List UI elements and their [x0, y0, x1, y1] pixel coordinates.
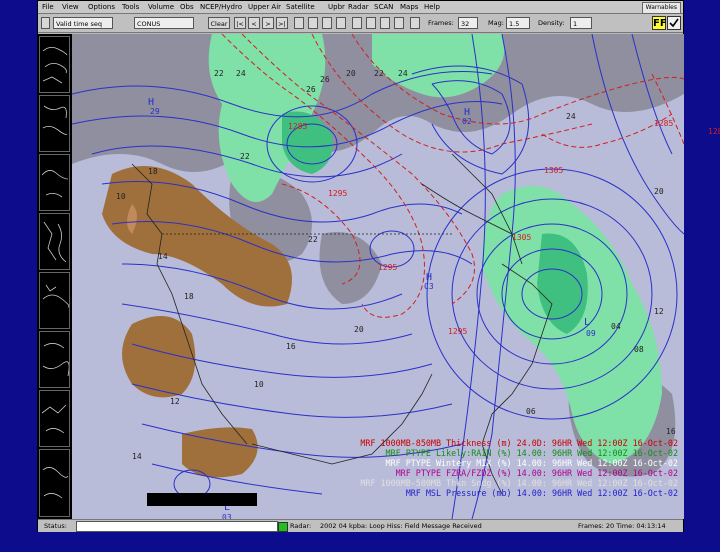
thumbnail-pane[interactable] [39, 449, 70, 517]
menu-help[interactable]: Help [424, 1, 440, 13]
density-label: Density: [538, 19, 565, 27]
menu-view[interactable]: View [62, 1, 79, 13]
toolbar-menu-button[interactable] [41, 17, 50, 29]
warnables-button[interactable]: Warnables [641, 2, 681, 14]
prev-frame-button[interactable]: < [248, 17, 260, 29]
thickness-label: 1285 [708, 127, 720, 136]
status-field [76, 521, 278, 532]
menu-upper-air[interactable]: Upper Air [248, 1, 281, 13]
radar-status-indicator [278, 522, 288, 532]
frames-label: Frames: [428, 19, 454, 27]
radar-label: Radar: [290, 522, 312, 530]
legend-line[interactable]: MRF PTYPE FZRA/FZDZ (%) 14.00: 96HR Wed … [396, 468, 678, 478]
map-display[interactable]: 22 24 26 20 22 24 H 29 H 02 H C3 L 09 L … [72, 34, 720, 522]
mag-label: Mag: [488, 19, 504, 27]
scale-select[interactable]: CONUS [134, 17, 194, 29]
thumbnail-pane[interactable] [39, 36, 70, 93]
loop-toggle[interactable] [294, 17, 304, 29]
legend-thkn-sndg-text: MRF 1000MB-500MB Thkn Sndg (%) 14.00: 96… [360, 478, 678, 488]
pan-toggle[interactable] [336, 17, 346, 29]
checkbox-icon[interactable] [667, 16, 681, 30]
lock-toggle[interactable] [352, 17, 362, 29]
first-frame-button[interactable]: |< [234, 17, 246, 29]
image-toggle[interactable] [410, 17, 420, 29]
menu-ncep-hydro[interactable]: NCEP/Hydro [200, 1, 242, 13]
legend-line[interactable]: MRF PTYPE Likely:RAIN (%) 14.00: 96HR We… [386, 448, 678, 458]
status-bar: Status: Radar: 2002 04 kpba: Loop Hiss: … [38, 519, 683, 532]
zoom-toggle[interactable] [322, 17, 332, 29]
menu-radar[interactable]: Radar [348, 1, 369, 13]
density-input[interactable]: 1 [570, 17, 592, 29]
thumbnail-pane[interactable] [39, 95, 70, 152]
menu-bar: File View Options Tools Volume Obs NCEP/… [38, 1, 683, 14]
time-mode-select[interactable]: Valid time seq [53, 17, 113, 29]
print-toggle[interactable] [394, 17, 404, 29]
cave-window: File View Options Tools Volume Obs NCEP/… [37, 0, 720, 532]
menu-options[interactable]: Options [88, 1, 115, 13]
thumbnail-pane[interactable] [39, 390, 70, 447]
toolbar: Valid time seq CONUS Clear |< < > >| Fra… [38, 14, 683, 33]
status-label: Status: [44, 522, 67, 530]
menu-upbr[interactable]: Upbr [328, 1, 345, 13]
menu-file[interactable]: File [42, 1, 54, 13]
legend-line[interactable]: MRF PTYPE Wintery MIX (%) 14.00: 96HR We… [386, 458, 678, 468]
mag-input[interactable]: 1.5 [506, 17, 530, 29]
density-toggle[interactable] [366, 17, 376, 29]
menu-volume[interactable]: Volume [148, 1, 174, 13]
thumbnail-pane[interactable] [39, 154, 70, 211]
last-frame-button[interactable]: >| [276, 17, 288, 29]
menu-scan[interactable]: SCAN [374, 1, 393, 13]
legend-line[interactable]: MRF 1000MB-850MB Thickness (m) 24.0D: 96… [360, 438, 678, 448]
fast-forward-button[interactable]: FF [652, 16, 667, 30]
thumbnail-pane[interactable] [39, 213, 70, 270]
menu-maps[interactable]: Maps [400, 1, 418, 13]
clear-button[interactable]: Clear [208, 17, 230, 29]
frames-input[interactable]: 32 [458, 17, 478, 29]
thumbnail-pane[interactable] [39, 272, 70, 329]
magnify-toggle[interactable] [380, 17, 390, 29]
menu-satellite[interactable]: Satellite [286, 1, 315, 13]
legend-fzra-text: MRF PTYPE FZRA/FZDZ (%) 14.00: 96HR Wed … [395, 468, 678, 478]
frames-time-info: Frames: 20 Time: 04:13:14 [578, 522, 666, 530]
legend-background-block [147, 493, 257, 506]
menu-tools[interactable]: Tools [122, 1, 139, 13]
status-message: 2002 04 kpba: Loop Hiss: Field Message R… [320, 522, 482, 530]
menu-obs[interactable]: Obs [180, 1, 194, 13]
thumbnail-strip [38, 34, 72, 519]
legend-line[interactable]: MRF 1000MB-500MB Thkn Sndg (%) 14.00: 96… [360, 478, 678, 488]
legend-wintery-mix-text: MRF PTYPE Wintery MIX (%) 14.00: 96HR We… [385, 458, 678, 468]
legend-rain-text: MRF PTYPE Likely:RAIN (%) 14.00: 96HR We… [385, 448, 678, 458]
thumbnail-pane[interactable] [39, 331, 70, 388]
next-frame-button[interactable]: > [262, 17, 274, 29]
legend-mslp-text: MRF MSL Pressure (mb) 14.00: 96HR Wed 12… [405, 488, 678, 498]
legend-line[interactable]: MRF MSL Pressure (mb) 14.00: 96HR Wed 12… [406, 488, 678, 498]
legend-thickness-text: MRF 1000MB-850MB Thickness (m) 24.0D: 96… [360, 438, 678, 448]
sample-toggle[interactable] [308, 17, 318, 29]
